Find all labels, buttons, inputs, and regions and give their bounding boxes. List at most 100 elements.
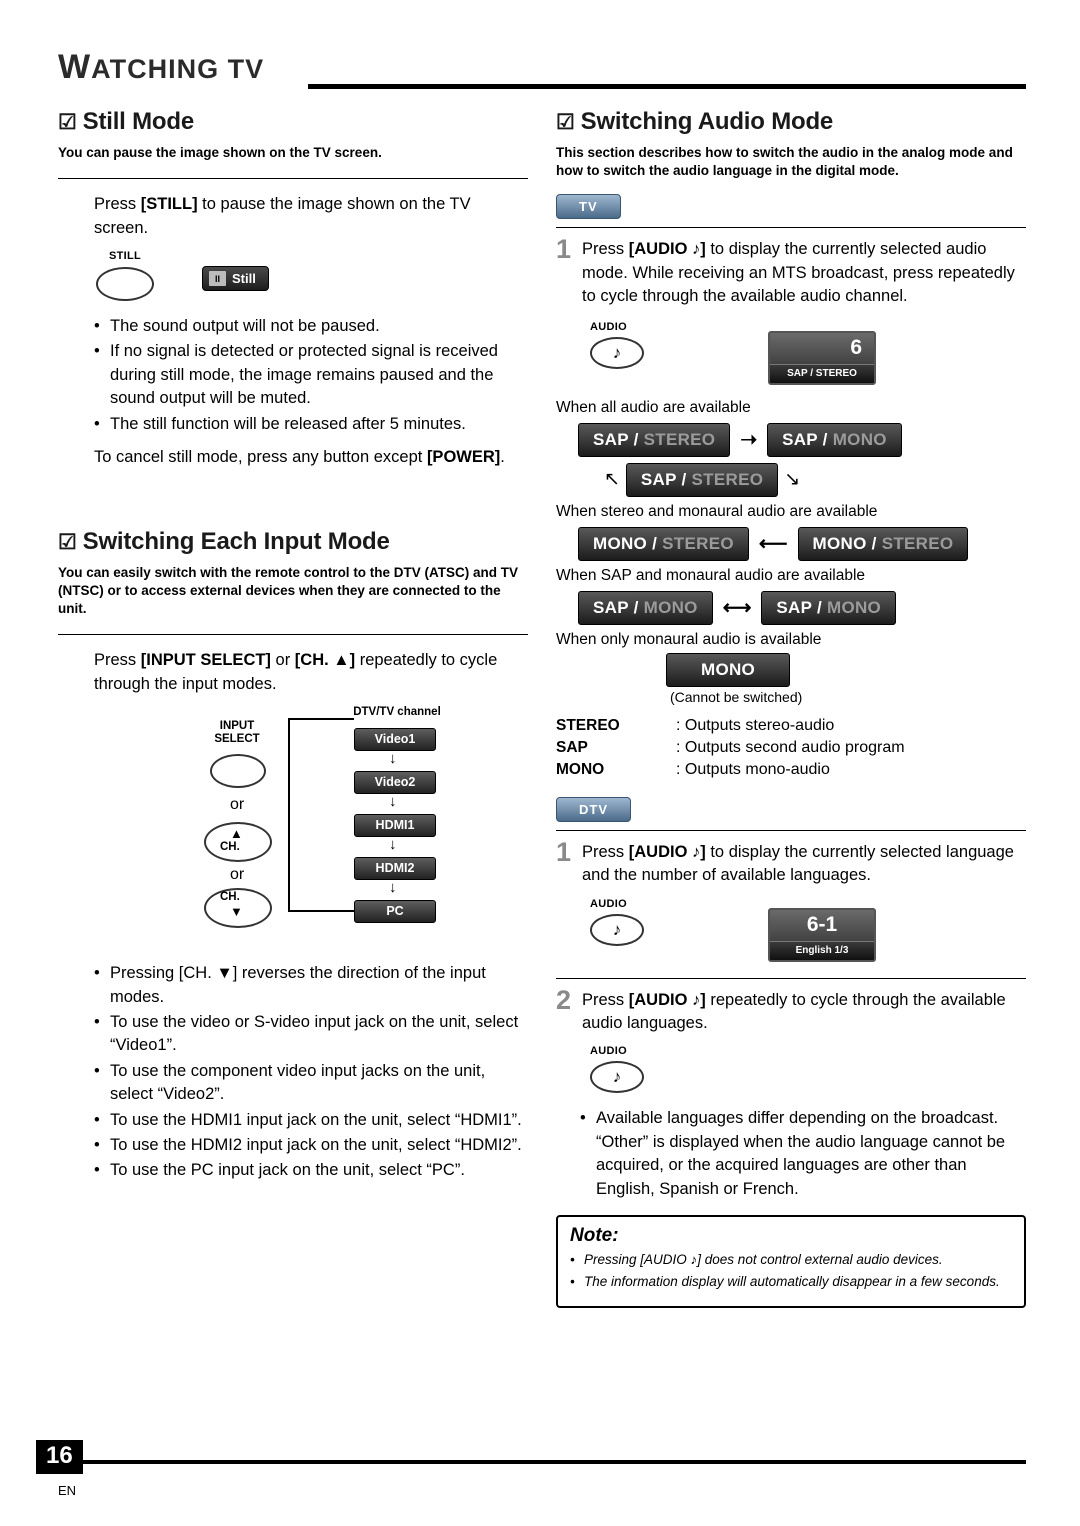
badge-dim: MONO <box>821 597 882 617</box>
dtv-audio-illustration: AUDIO ♪ 6-1 English 1/3 <box>590 898 1026 962</box>
still-cancel-text: To cancel still mode, press any button e… <box>94 446 528 469</box>
dtv-step2-rule <box>556 977 1026 979</box>
dtv1-pre: Press <box>582 842 629 861</box>
checkbox-bullet-icon: ☑ <box>58 530 77 554</box>
badge-sap-mono-1: SAP / MONO <box>578 590 713 625</box>
still-mode-heading: ☑ Still Mode <box>58 108 528 136</box>
list-item: To use the HDMI2 input jack on the unit,… <box>92 1134 528 1158</box>
page-header: WATCHING TV <box>58 48 1026 87</box>
input-select-button-shape <box>210 754 266 789</box>
audio-button-group-2: AUDIO ♪ <box>590 898 644 946</box>
audio-button-label: AUDIO <box>590 320 627 333</box>
def-key-mono: MONO <box>556 760 605 778</box>
badge-dim: STEREO <box>657 533 734 553</box>
tv-audio-osd: 6 SAP / STEREO <box>768 330 876 385</box>
arrow-loop-right-icon: ↘ <box>784 469 801 491</box>
note-item: The information display will automatical… <box>570 1273 1012 1291</box>
badge-strong: SAP / <box>593 429 639 449</box>
badge-strong: MONO / <box>593 533 658 553</box>
case4-badges: MONO (Cannot be switched) <box>666 652 1026 705</box>
still-osd-text: Still <box>232 271 256 287</box>
dtv-section-rule <box>556 829 1026 831</box>
badge-strong: SAP / <box>640 469 687 489</box>
table-row: SAP : Outputs second audio program <box>556 737 905 759</box>
switch-input-rule <box>58 634 528 636</box>
def-val-stereo: : Outputs stereo-audio <box>676 716 835 734</box>
badge-sap-mono-2: SAP / MONO <box>761 590 897 625</box>
arrow-down-icon: ↓ <box>389 793 397 811</box>
audio-button-group: AUDIO ♪ <box>590 321 644 369</box>
switch-input-heading: ☑ Switching Each Input Mode <box>58 528 528 556</box>
chevron-down-icon: ▼ <box>230 904 243 920</box>
page-language: EN <box>58 1483 77 1498</box>
arrow-down-icon: ↓ <box>389 836 397 854</box>
page-title: WATCHING TV <box>58 48 264 87</box>
si-pre: Press <box>94 651 141 670</box>
tv-audio-illustration: AUDIO ♪ 6 SAP / STEREO <box>590 321 1026 385</box>
music-note-icon: ♪ <box>612 919 622 939</box>
dtv2-key: [AUDIO ♪] <box>628 990 706 1009</box>
pause-icon: II <box>209 271 226 287</box>
switch-input-lead: You can easily switch with the remote co… <box>58 564 519 617</box>
dtv-bullets: Available languages differ depending on … <box>578 1107 1026 1201</box>
badge-dim: STEREO <box>686 469 764 489</box>
dtv1-key: [AUDIO ♪] <box>628 842 706 861</box>
dtv-step-1: 1 Press [AUDIO ♪] to display the current… <box>556 836 1026 888</box>
osd-language-number: 6-1 <box>806 912 838 936</box>
badge-strong: SAP / <box>593 597 639 617</box>
audio-button-shape-2: ♪ <box>590 913 644 946</box>
audio-button-label-3: AUDIO <box>590 1045 627 1058</box>
input-option-pc: PC <box>354 900 436 924</box>
case2-caption: When stereo and monaural audio are avail… <box>556 502 878 520</box>
input-option-video2: Video2 <box>354 771 436 795</box>
still-instr-key: [STILL] <box>140 195 198 214</box>
dtv-audio-osd: 6-1 English 1/3 <box>768 907 876 962</box>
audio-button-label-2: AUDIO <box>590 897 627 910</box>
still-mode-bullets: The sound output will not be paused. If … <box>92 315 528 437</box>
diagram-or-1: or <box>230 796 245 814</box>
checkbox-bullet-icon: ☑ <box>556 111 575 134</box>
still-button-illustration: STILL II Still <box>96 250 528 302</box>
audio-mode-definitions: STEREO : Outputs stereo-audio SAP : Outp… <box>556 715 905 781</box>
music-note-icon: ♪ <box>612 342 622 362</box>
list-item: The sound output will not be paused. <box>92 315 528 339</box>
diagram-loop-bottom <box>288 910 354 913</box>
case1-row2: ↖ SAP / STEREO ↘ <box>604 462 1026 497</box>
ch-down-label: CH. <box>220 891 240 904</box>
def-key-sap: SAP <box>556 738 588 756</box>
step-number: 2 <box>556 984 572 1015</box>
still-mode-lead: You can pause the image shown on the TV … <box>58 145 382 160</box>
list-item: The still function will be released afte… <box>92 413 528 437</box>
tv-step-pre: Press <box>582 240 629 259</box>
list-item: To use the component video input jacks o… <box>92 1060 528 1107</box>
audio-button-shape: ♪ <box>590 336 644 369</box>
note-item: Pressing [AUDIO ♪] does not control exte… <box>570 1251 1012 1269</box>
table-row: MONO : Outputs mono-audio <box>556 759 905 781</box>
osd-channel-number: 6 <box>850 335 862 359</box>
page-title-cap: W <box>58 48 92 86</box>
tv-step-1: 1 Press [AUDIO ♪] to display the current… <box>556 236 1026 308</box>
badge-mono: MONO <box>666 652 791 687</box>
case4-note: (Cannot be switched) <box>670 688 803 705</box>
still-mode-instruction: Press [STILL] to pause the image shown o… <box>94 193 528 240</box>
list-item: Available languages differ depending on … <box>578 1107 1026 1201</box>
note-title: Note: <box>570 1225 619 1247</box>
badge-mono-stereo-2: MONO / STEREO <box>797 526 969 561</box>
case4-caption: When only monaural audio is available <box>556 630 822 648</box>
switching-input-section: ☑ Switching Each Input Mode You can easil… <box>58 528 528 1183</box>
list-item: To use the PC input jack on the unit, se… <box>92 1159 528 1183</box>
music-note-icon: ♪ <box>612 1067 622 1087</box>
badge-strong: SAP / <box>782 429 828 449</box>
list-item: If no signal is detected or protected si… <box>92 340 528 410</box>
tv-tab-wrap: TV <box>556 194 1026 220</box>
checkbox-bullet-icon: ☑ <box>58 111 77 134</box>
still-cancel-key: [POWER] <box>426 448 501 467</box>
step-number: 1 <box>556 836 572 867</box>
switch-input-heading-text: Switching Each Input Mode <box>82 527 390 555</box>
list-item: To use the video or S-video input jack o… <box>92 1011 528 1058</box>
badge-sap-mono: SAP / MONO <box>767 422 902 457</box>
case1-badges: SAP / STEREO ➝ SAP / MONO ↖ SAP / STEREO… <box>578 422 1026 497</box>
page-number: 16 <box>36 1440 83 1474</box>
still-mode-heading-text: Still Mode <box>82 108 195 135</box>
note-list: Pressing [AUDIO ♪] does not control exte… <box>570 1251 1012 1292</box>
